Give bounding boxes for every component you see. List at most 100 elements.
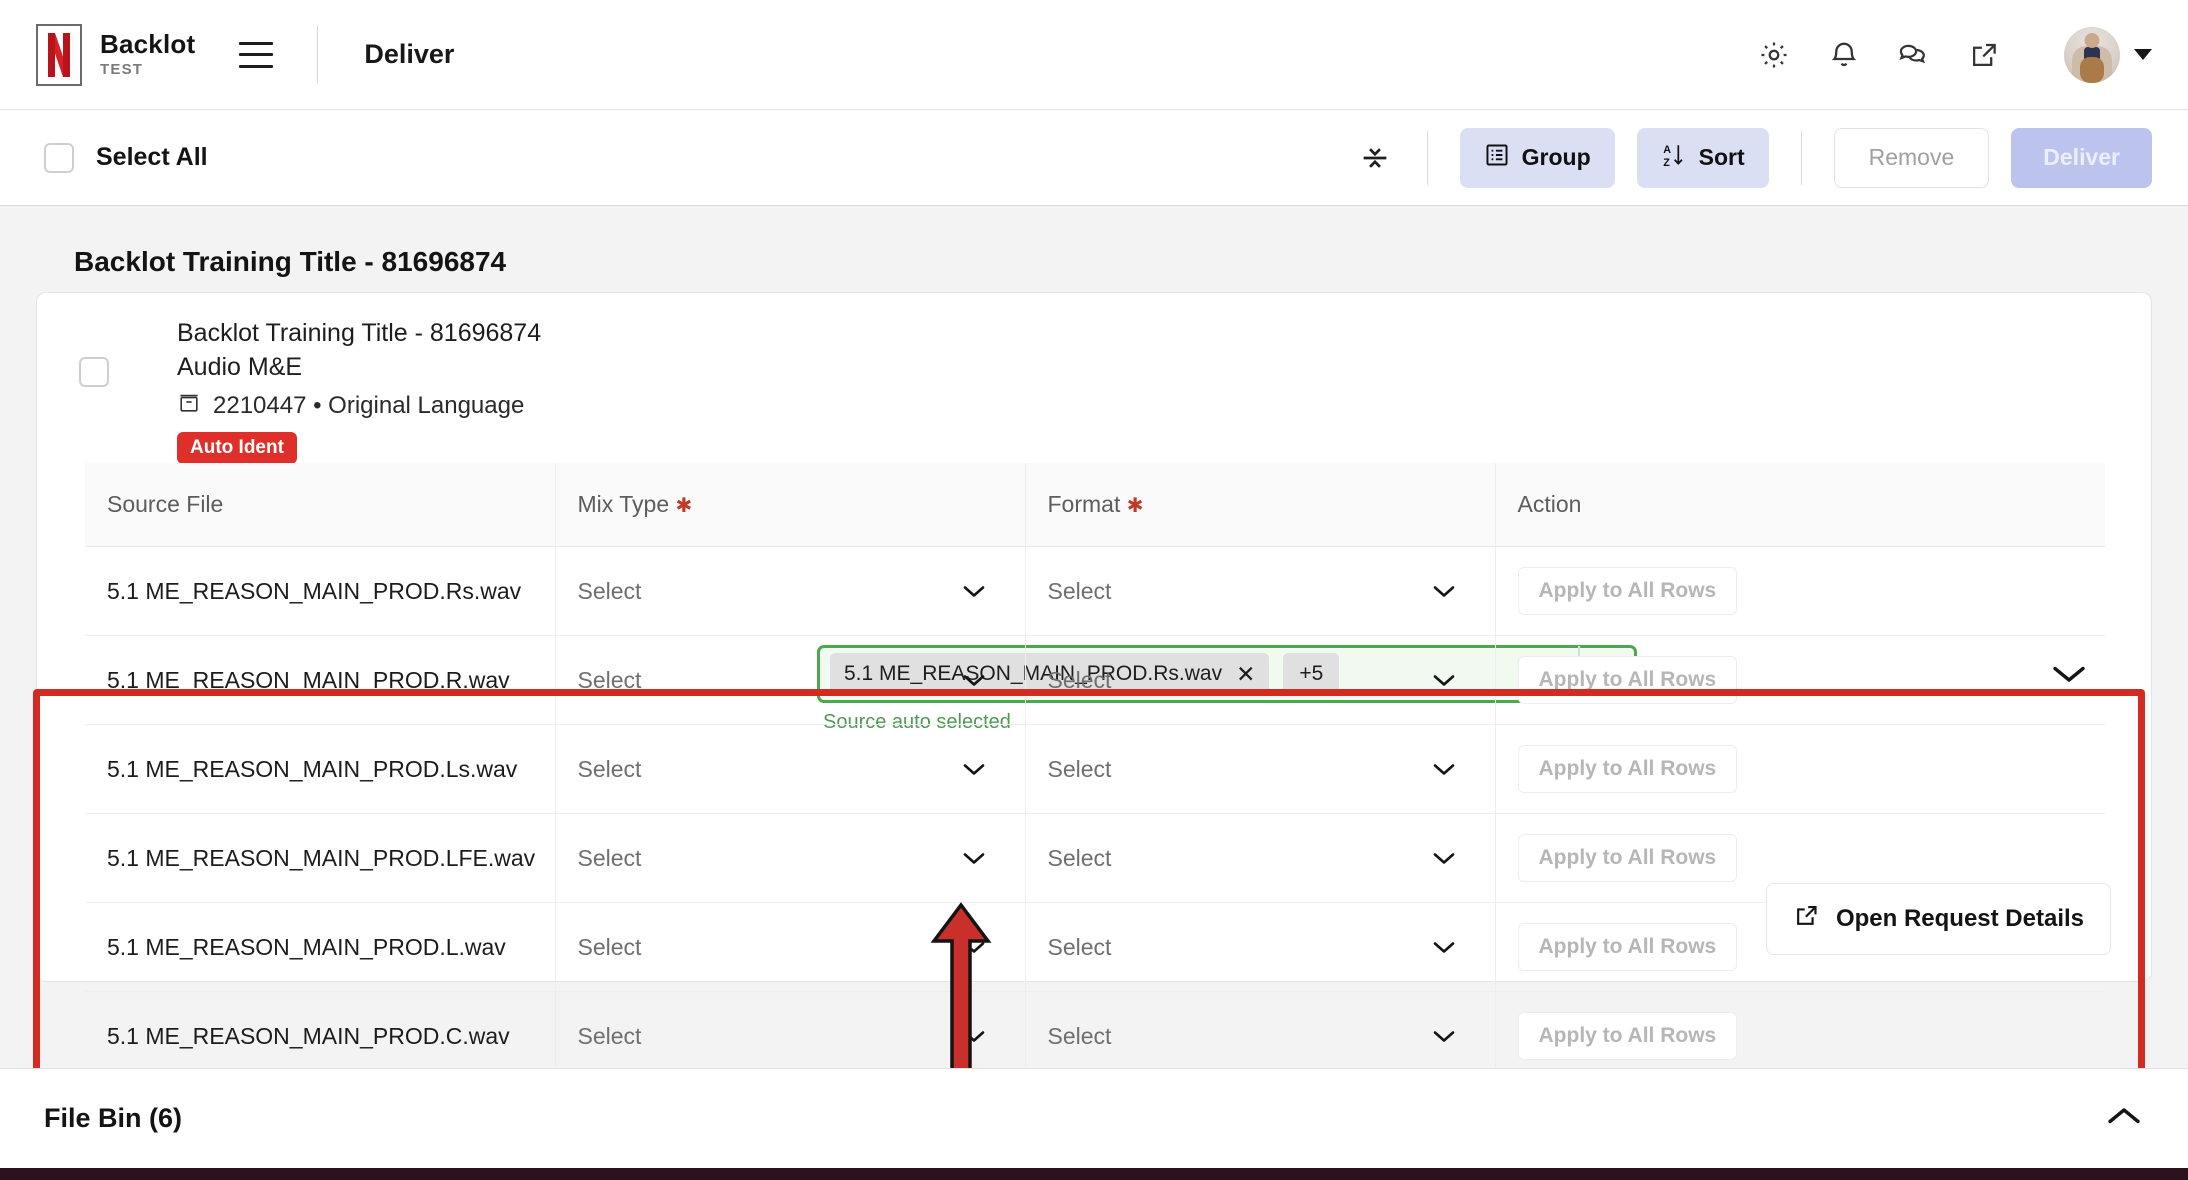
asset-card: Backlot Training Title - 81696874 Audio … <box>36 292 2152 1080</box>
source-file-name: 5.1 ME_REASON_MAIN_PROD.R.wav <box>107 666 510 693</box>
source-file-name: 5.1 ME_REASON_MAIN_PROD.C.wav <box>107 1022 510 1049</box>
cell-format[interactable]: Select <box>1025 546 1496 636</box>
chevron-down-icon[interactable] <box>1431 756 1457 783</box>
status-badge: Auto Ident <box>177 431 297 464</box>
mix-type-dropdown[interactable]: Select <box>578 1023 1025 1050</box>
mix-type-value: Select <box>577 933 642 960</box>
user-avatar[interactable] <box>2064 26 2120 83</box>
column-header-action: Action <box>1495 463 2105 547</box>
format-value: Select <box>1047 666 1112 693</box>
asset-title: Backlot Training Title - 81696874 <box>177 319 542 347</box>
action-toolbar: Select All Group A Z Sort Remove Deliver <box>0 110 2188 206</box>
list-icon <box>1484 142 1510 174</box>
required-asterisk: ✱ <box>1126 495 1144 517</box>
section-title: Backlot Training Title - 81696874 <box>74 246 507 277</box>
cell-source-file: 5.1 ME_REASON_MAIN_PROD.Ls.wav <box>85 724 556 814</box>
column-header-mix-type: Mix Type ✱ <box>555 463 1026 547</box>
format-dropdown[interactable]: Select <box>1048 667 1495 694</box>
format-dropdown[interactable]: Select <box>1048 934 1495 961</box>
deliver-button[interactable]: Deliver <box>2011 127 2152 188</box>
cell-mix-type[interactable]: Select <box>555 724 1026 814</box>
collapse-rows-icon[interactable] <box>1355 138 1395 178</box>
hamburger-menu-icon[interactable] <box>239 41 274 68</box>
table-body: 5.1 ME_REASON_MAIN_PROD.Rs.wav Select Sele… <box>85 546 2105 1081</box>
chevron-down-icon[interactable] <box>2134 49 2152 60</box>
source-files-table-wrap: Source File Mix Type ✱ Format ✱ Action 5… <box>85 463 2105 1080</box>
asset-checkbox-wrap[interactable] <box>79 357 109 387</box>
format-dropdown[interactable]: Select <box>1048 756 1495 783</box>
column-header-source-file: Source File <box>85 463 556 547</box>
group-button-label: Group <box>1521 144 1591 170</box>
apply-to-all-rows-button[interactable]: Apply to All Rows <box>1517 745 1738 793</box>
mix-type-dropdown[interactable]: Select <box>578 845 1025 872</box>
format-dropdown[interactable]: Select <box>1048 578 1495 605</box>
user-menu[interactable] <box>2064 26 2152 83</box>
open-request-details-button[interactable]: Open Request Details <box>1765 883 2111 955</box>
chevron-down-icon[interactable] <box>961 756 987 783</box>
mix-type-value: Select <box>577 666 642 693</box>
cell-format[interactable]: Select <box>1025 902 1496 992</box>
table-head: Source File Mix Type ✱ Format ✱ Action <box>85 463 2105 547</box>
asset-id-row: 2210447 • Original Language <box>177 391 541 422</box>
chevron-down-icon[interactable] <box>961 578 987 605</box>
source-files-table: Source File Mix Type ✱ Format ✱ Action 5… <box>85 463 2105 1080</box>
chevron-down-icon[interactable] <box>1431 845 1457 872</box>
chat-icon[interactable] <box>1896 37 1932 73</box>
cell-mix-type[interactable]: Select <box>555 902 1026 992</box>
external-link-icon <box>1793 902 1820 936</box>
cell-format[interactable]: Select <box>1025 813 1496 903</box>
mix-type-dropdown[interactable]: Select <box>578 934 1025 961</box>
bottom-strip <box>0 1168 2188 1180</box>
select-all-checkbox[interactable] <box>44 142 74 173</box>
cell-source-file: 5.1 ME_REASON_MAIN_PROD.Rs.wav <box>85 546 556 636</box>
cell-format[interactable]: Select <box>1025 991 1496 1080</box>
chevron-down-icon[interactable] <box>1431 934 1457 961</box>
table-row: 5.1 ME_REASON_MAIN_PROD.Ls.wav Select Sele… <box>85 724 2105 814</box>
cell-mix-type[interactable]: Select <box>555 991 1026 1080</box>
column-header-format: Format ✱ <box>1025 463 1496 547</box>
cell-mix-type[interactable]: Select <box>555 813 1026 903</box>
mix-type-dropdown[interactable]: Select <box>578 756 1025 783</box>
apply-to-all-rows-button[interactable]: Apply to All Rows <box>1517 1012 1738 1060</box>
cell-mix-type[interactable]: Select <box>555 635 1026 725</box>
source-file-name: 5.1 ME_REASON_MAIN_PROD.Rs.wav <box>107 577 522 604</box>
cell-action: Apply to All Rows <box>1495 724 2105 814</box>
mix-type-value: Select <box>577 844 642 871</box>
format-dropdown[interactable]: Select <box>1048 845 1495 872</box>
chevron-down-icon[interactable] <box>1431 667 1457 694</box>
apply-to-all-rows-button[interactable]: Apply to All Rows <box>1517 656 1738 704</box>
format-value: Select <box>1047 844 1112 871</box>
mix-type-dropdown[interactable]: Select <box>578 578 1025 605</box>
gear-icon[interactable] <box>1756 37 1792 73</box>
apply-to-all-rows-button[interactable]: Apply to All Rows <box>1517 923 1738 971</box>
asset-checkbox[interactable] <box>79 357 109 387</box>
chevron-down-icon[interactable] <box>961 1023 987 1050</box>
chevron-down-icon[interactable] <box>1431 578 1457 605</box>
chevron-up-icon[interactable] <box>2104 1103 2144 1134</box>
mix-type-dropdown[interactable]: Select <box>578 667 1025 694</box>
chevron-down-icon[interactable] <box>961 667 987 694</box>
cell-format[interactable]: Select <box>1025 724 1496 814</box>
apply-to-all-rows-button[interactable]: Apply to All Rows <box>1517 834 1738 882</box>
file-bin-panel[interactable]: File Bin (6) <box>0 1068 2188 1168</box>
sort-button[interactable]: A Z Sort <box>1636 127 1769 188</box>
chevron-down-icon[interactable] <box>961 845 987 872</box>
brand-block[interactable]: Backlot TEST <box>36 23 195 86</box>
chevron-down-icon[interactable] <box>1431 1023 1457 1050</box>
svg-text:Z: Z <box>1663 156 1670 168</box>
format-dropdown[interactable]: Select <box>1048 1023 1495 1050</box>
table-row: 5.1 ME_REASON_MAIN_PROD.C.wav Select Selec… <box>85 991 2105 1081</box>
mix-type-value: Select <box>577 1022 642 1049</box>
bell-icon[interactable] <box>1826 37 1862 73</box>
toolbar-actions: Group A Z Sort Remove Deliver <box>1355 127 2152 188</box>
chevron-down-icon[interactable] <box>961 934 987 961</box>
select-all-control[interactable]: Select All <box>44 142 208 173</box>
apply-to-all-rows-button[interactable]: Apply to All Rows <box>1517 567 1738 615</box>
asset-id-text: 2210447 • Original Language <box>213 392 525 419</box>
group-button[interactable]: Group <box>1459 127 1615 188</box>
cell-action: Apply to All Rows <box>1495 992 2105 1081</box>
cell-format[interactable]: Select <box>1025 635 1496 725</box>
cell-mix-type[interactable]: Select <box>555 546 1026 636</box>
remove-button[interactable]: Remove <box>1833 127 1990 188</box>
external-link-icon[interactable] <box>1966 37 2002 73</box>
